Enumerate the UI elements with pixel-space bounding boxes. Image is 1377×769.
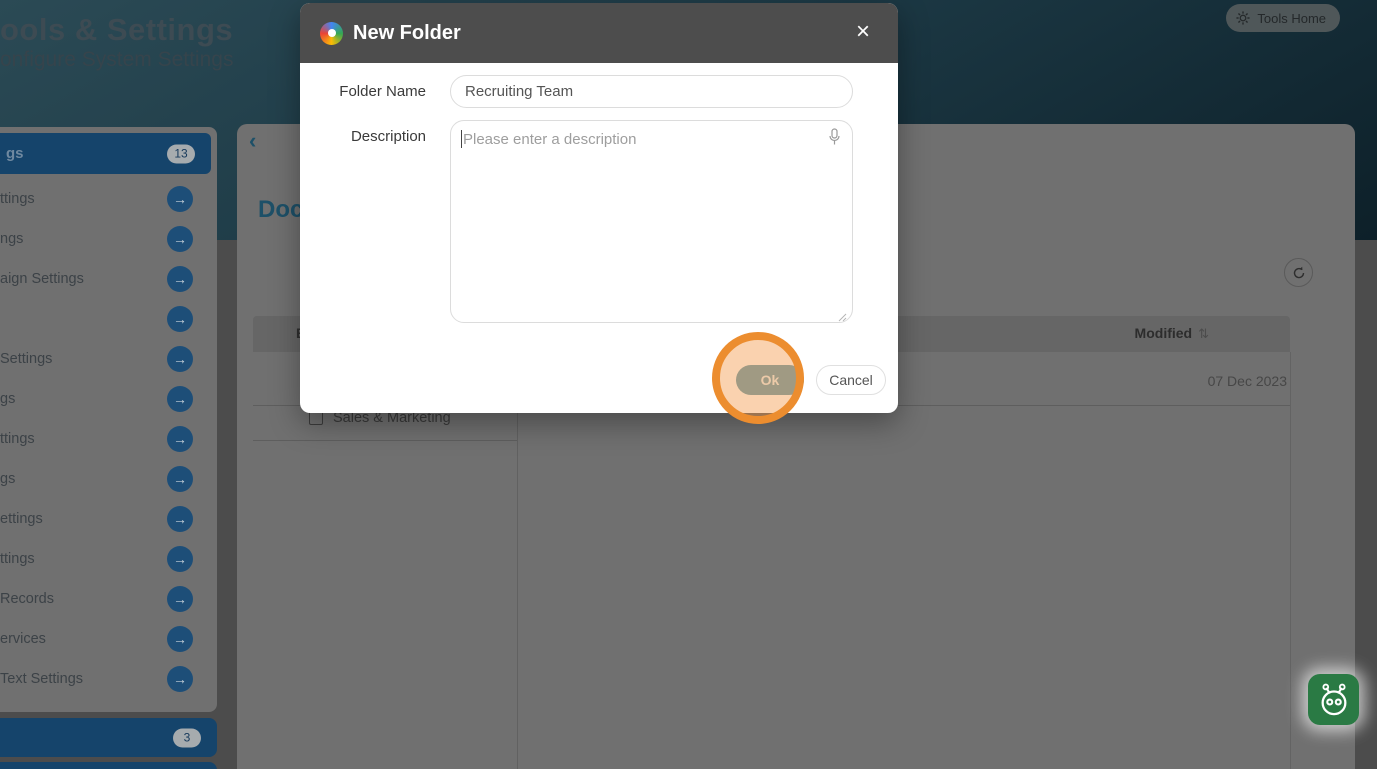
sidebar-section-badge: 13 [167, 144, 195, 163]
sidebar-item-label: gs [0, 391, 16, 407]
description-field-label: Description [350, 128, 426, 145]
sidebar-item[interactable]: gs → [0, 379, 217, 419]
arrow-right-icon[interactable]: → [167, 306, 193, 332]
sidebar-item[interactable]: ervices → [0, 619, 217, 659]
sidebar-item[interactable]: Text Settings → [0, 659, 217, 699]
back-chevron-icon[interactable]: ‹ [249, 128, 256, 154]
sidebar-section-header[interactable]: gs 13 [0, 133, 211, 174]
assistant-launcher-button[interactable] [1308, 674, 1359, 725]
arrow-right-icon[interactable]: → [167, 266, 193, 292]
arrow-right-icon[interactable]: → [167, 546, 193, 572]
sidebar-item[interactable]: aign Settings → [0, 259, 217, 299]
sidebar-item-label: aign Settings [0, 271, 84, 287]
sidebar-item[interactable]: Records → [0, 579, 217, 619]
table-right-edge [1290, 352, 1291, 769]
modal-title: New Folder [353, 21, 461, 44]
arrow-right-icon[interactable]: → [167, 346, 193, 372]
robot-icon [1321, 683, 1346, 715]
microphone-icon[interactable] [828, 128, 841, 146]
sidebar-item-label: ttings [0, 191, 35, 207]
new-folder-form: Folder Name Description [300, 75, 898, 340]
arrow-right-icon[interactable]: → [167, 466, 193, 492]
sidebar-item[interactable]: ngs → [0, 219, 217, 259]
table-header-modified[interactable]: Modified ⇅ [1135, 325, 1209, 342]
sidebar-section-2[interactable]: 3 [0, 718, 217, 757]
sidebar-item[interactable]: → [0, 299, 217, 339]
page-title: ools & Settings [0, 12, 234, 47]
sort-icon[interactable]: ⇅ [1198, 326, 1209, 341]
sidebar-item-label: ervices [0, 631, 46, 647]
arrow-right-icon[interactable]: → [167, 626, 193, 652]
sidebar-item-label: ttings [0, 431, 35, 447]
modified-label: Modified [1134, 325, 1193, 341]
settings-sidebar: gs 13 ttings → ngs → aign Settings → → Settings… [0, 127, 217, 712]
panel-divider [517, 352, 518, 769]
page-subtitle: onfigure System Settings [0, 48, 234, 71]
refresh-button[interactable] [1284, 258, 1313, 287]
refresh-icon [1293, 266, 1304, 278]
sidebar-item[interactable]: gs → [0, 459, 217, 499]
sidebar-item-label: ettings [0, 511, 43, 527]
sidebar-item[interactable]: ttings → [0, 539, 217, 579]
cancel-button[interactable]: Cancel [816, 365, 886, 395]
row-checkbox[interactable] [309, 411, 323, 425]
sidebar-item[interactable]: ttings → [0, 179, 217, 219]
arrow-right-icon[interactable]: → [167, 186, 193, 212]
row-divider [253, 440, 517, 441]
sidebar-section-3[interactable] [0, 762, 217, 769]
sidebar-item-label: Records [0, 591, 54, 607]
sidebar-item[interactable]: ettings → [0, 499, 217, 539]
tools-home-label: Tools Home [1257, 10, 1326, 26]
arrow-right-icon[interactable]: → [167, 226, 193, 252]
new-folder-modal: New Folder × Folder Name Description [300, 3, 898, 413]
modified-date-cell: 07 Dec 2023 [1207, 373, 1287, 389]
sidebar-item-label: Settings [0, 351, 53, 367]
gear-icon [1236, 11, 1250, 25]
folder-name-field-label: Folder Name [339, 83, 426, 100]
sidebar-item-label: ttings [0, 551, 35, 567]
click-highlight [712, 332, 804, 424]
resize-handle[interactable] [837, 312, 847, 322]
arrow-right-icon[interactable]: → [167, 386, 193, 412]
screen: ools & Settings onfigure System Settings… [0, 0, 1377, 769]
sidebar-item[interactable]: ttings → [0, 419, 217, 459]
description-textarea[interactable] [450, 120, 853, 323]
documents-title: Doc [258, 196, 304, 223]
sidebar-section-label: gs [6, 145, 24, 162]
folder-name-input[interactable] [450, 75, 853, 108]
app-logo-icon [320, 21, 343, 45]
arrow-right-icon[interactable]: → [167, 586, 193, 612]
sidebar-item-label: gs [0, 471, 16, 487]
sidebar-items: ttings → ngs → aign Settings → → Settings → gs → tt… [0, 179, 217, 699]
close-icon[interactable]: × [848, 17, 878, 47]
sidebar-item-label: Text Settings [0, 671, 84, 687]
arrow-right-icon[interactable]: → [167, 666, 193, 692]
text-caret [461, 130, 462, 148]
arrow-right-icon[interactable]: → [167, 426, 193, 452]
sidebar-item-label: ngs [0, 231, 24, 247]
modal-header: New Folder × [300, 3, 898, 63]
tools-home-button[interactable]: Tools Home [1226, 4, 1340, 32]
arrow-right-icon[interactable]: → [167, 506, 193, 532]
sidebar-item[interactable]: Settings → [0, 339, 217, 379]
sidebar-section-2-badge: 3 [173, 728, 201, 747]
